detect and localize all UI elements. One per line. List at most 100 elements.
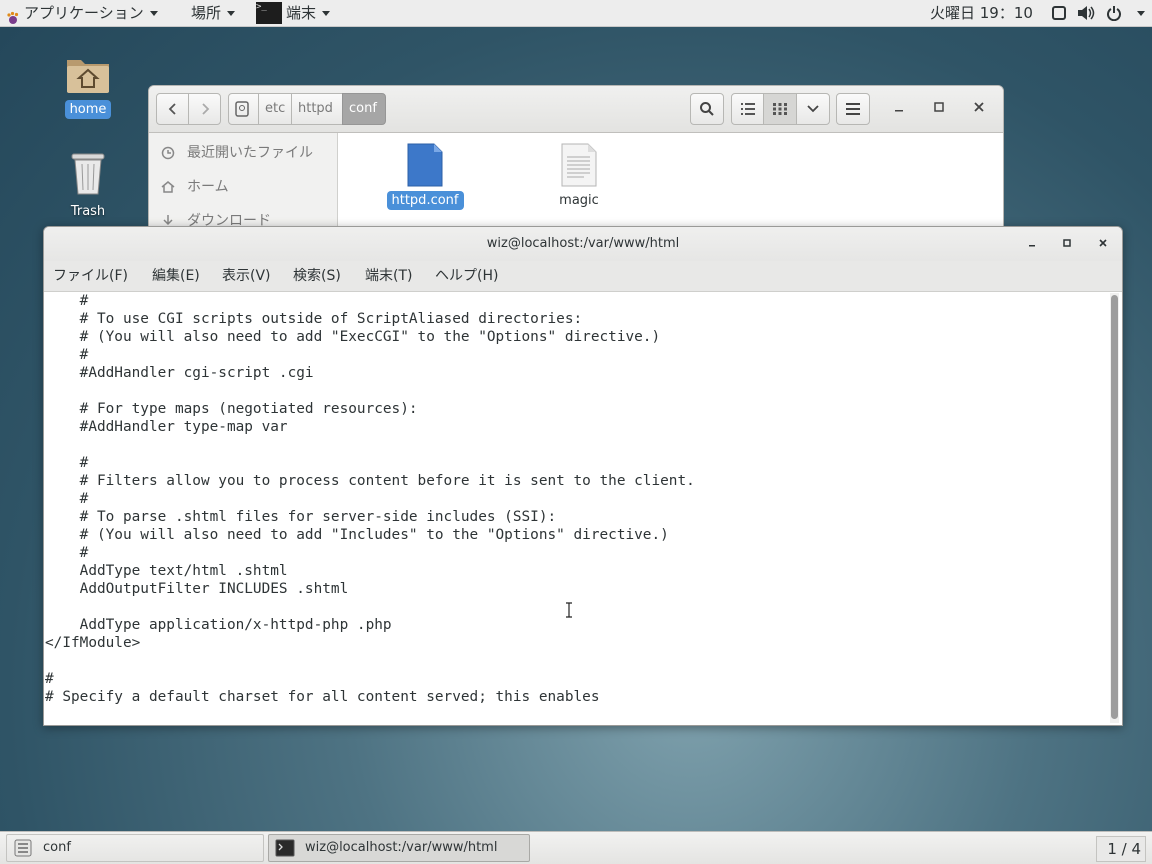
terminal-line: #	[45, 671, 54, 687]
terminal-scrollbar[interactable]	[1110, 293, 1119, 723]
forward-button[interactable]	[188, 93, 221, 125]
terminal-line: # For type maps (negotiated resources):	[45, 401, 418, 417]
terminal-close-button[interactable]	[1095, 236, 1111, 252]
chevron-right-icon	[201, 103, 209, 115]
maximize-icon	[934, 102, 944, 112]
view-options-button[interactable]	[796, 93, 830, 125]
terminal-minimize-button[interactable]	[1024, 236, 1040, 252]
file-label: httpd.conf	[386, 191, 464, 210]
terminal-line: </IfModule>	[45, 635, 141, 651]
back-button[interactable]	[156, 93, 189, 125]
terminal-window: wiz@localhost:/var/www/html ファイル(F) 編集(E…	[43, 226, 1123, 726]
home-icon	[161, 181, 175, 193]
file-manager-icon	[14, 839, 32, 857]
terminal-maximize-button[interactable]	[1059, 236, 1075, 252]
window-icon[interactable]	[1051, 5, 1067, 21]
chevron-down-icon	[149, 11, 158, 16]
terminal-app-menu[interactable]: >_ 端末	[256, 0, 331, 26]
search-icon	[700, 102, 714, 116]
applications-menu[interactable]: アプリケーション	[6, 0, 158, 26]
sidebar-item-home[interactable]: ホーム	[161, 177, 229, 197]
desktop-home-label: home	[64, 100, 112, 119]
desktop-trash-label: Trash	[70, 204, 106, 219]
breadcrumb-etc[interactable]: etc	[258, 93, 292, 125]
scrollbar-thumb[interactable]	[1111, 295, 1118, 719]
sidebar-item-recent[interactable]: 最近開いたファイル	[161, 143, 313, 163]
maximize-button[interactable]	[931, 101, 947, 117]
chevron-down-icon	[1137, 11, 1145, 16]
chevron-down-icon	[807, 105, 819, 113]
menu-view[interactable]: 表示(V)	[222, 261, 271, 291]
workspace-indicator[interactable]: 1 / 4	[1096, 836, 1146, 862]
terminal-line: #AddHandler type-map var	[45, 419, 288, 435]
terminal-output[interactable]: # # To use CGI scripts outside of Script…	[44, 292, 1108, 724]
terminal-line: # Specify a default charset for all cont…	[45, 689, 600, 705]
menu-button[interactable]	[836, 93, 870, 125]
breadcrumb-httpd[interactable]: httpd	[291, 93, 343, 125]
desktop-trash[interactable]: Trash	[53, 150, 123, 221]
power-icon[interactable]	[1106, 5, 1122, 22]
minimize-button[interactable]	[891, 101, 907, 117]
menu-terminal[interactable]: 端末(T)	[365, 261, 412, 291]
maximize-icon	[1063, 239, 1071, 247]
home-folder-icon	[67, 60, 109, 93]
places-label: 場所	[191, 4, 222, 22]
terminal-line: AddOutputFilter INCLUDES .shtml	[45, 581, 349, 597]
grid-view-button[interactable]	[763, 93, 797, 125]
file-manager-header: etc httpd conf	[149, 86, 1003, 133]
top-bar: アプリケーション 場所 >_ 端末 火曜日 19：10	[0, 0, 1152, 27]
list-view-button[interactable]	[731, 93, 764, 125]
terminal-line: # Filters allow you to process content b…	[45, 473, 695, 489]
bottom-taskbar: conf wiz@localhost:/var/www/html 1 / 4	[0, 831, 1152, 864]
sidebar-item-label: 最近開いたファイル	[187, 145, 313, 161]
clock-icon	[161, 146, 175, 160]
file-manager-window: etc httpd conf 最近開いたファイル ホーム ダウンロード http…	[148, 85, 1004, 247]
terminal-app-label: 端末	[286, 4, 317, 22]
gnome-foot-icon	[6, 7, 20, 24]
task-conf[interactable]: conf	[6, 834, 264, 862]
close-icon	[974, 102, 984, 112]
grid-icon	[773, 103, 787, 115]
menu-file[interactable]: ファイル(F)	[53, 261, 128, 291]
menu-search[interactable]: 検索(S)	[293, 261, 341, 291]
terminal-line: #	[45, 491, 89, 507]
terminal-line: AddType text/html .shtml	[45, 563, 288, 579]
search-button[interactable]	[690, 93, 724, 125]
file-item-httpd-conf[interactable]: httpd.conf	[380, 143, 470, 210]
minimize-icon	[895, 110, 903, 112]
minimize-icon	[1029, 245, 1035, 247]
drive-icon	[235, 100, 249, 117]
menu-edit[interactable]: 編集(E)	[152, 261, 200, 291]
breadcrumb-conf[interactable]: conf	[342, 93, 386, 125]
close-button[interactable]	[971, 101, 987, 117]
text-cursor-icon	[566, 602, 572, 618]
hamburger-icon	[846, 103, 860, 115]
terminal-line: # (You will also need to add "ExecCGI" t…	[45, 329, 661, 345]
task-label: conf	[43, 840, 71, 855]
menu-help[interactable]: ヘルプ(H)	[435, 261, 498, 291]
applications-label: アプリケーション	[24, 4, 144, 22]
task-label: wiz@localhost:/var/www/html	[305, 840, 498, 855]
task-terminal[interactable]: wiz@localhost:/var/www/html	[268, 834, 530, 862]
volume-icon[interactable]	[1077, 5, 1095, 21]
text-file-icon	[407, 143, 443, 187]
terminal-icon	[275, 839, 295, 857]
clock[interactable]: 火曜日 19：10	[930, 0, 1033, 26]
list-icon	[740, 103, 755, 115]
places-menu[interactable]: 場所	[191, 0, 236, 26]
terminal-line: # To use CGI scripts outside of ScriptAl…	[45, 311, 583, 327]
terminal-line: #AddHandler cgi-script .cgi	[45, 365, 314, 381]
terminal-line: #	[45, 455, 89, 471]
terminal-line: # (You will also need to add "Includes" …	[45, 527, 669, 543]
terminal-line: AddType application/x-httpd-php .php	[45, 617, 392, 633]
terminal-icon: >_	[256, 1, 282, 24]
file-label: magic	[559, 193, 599, 208]
chevron-down-icon	[227, 11, 236, 16]
file-item-magic[interactable]: magic	[534, 143, 624, 210]
desktop-home[interactable]: home	[53, 52, 123, 119]
terminal-titlebar[interactable]: wiz@localhost:/var/www/html	[44, 227, 1122, 261]
system-menu-chevron[interactable]	[1131, 0, 1145, 26]
breadcrumb-root[interactable]	[228, 93, 259, 125]
terminal-menubar: ファイル(F) 編集(E) 表示(V) 検索(S) 端末(T) ヘルプ(H)	[44, 261, 1122, 292]
chevron-left-icon	[168, 103, 176, 115]
